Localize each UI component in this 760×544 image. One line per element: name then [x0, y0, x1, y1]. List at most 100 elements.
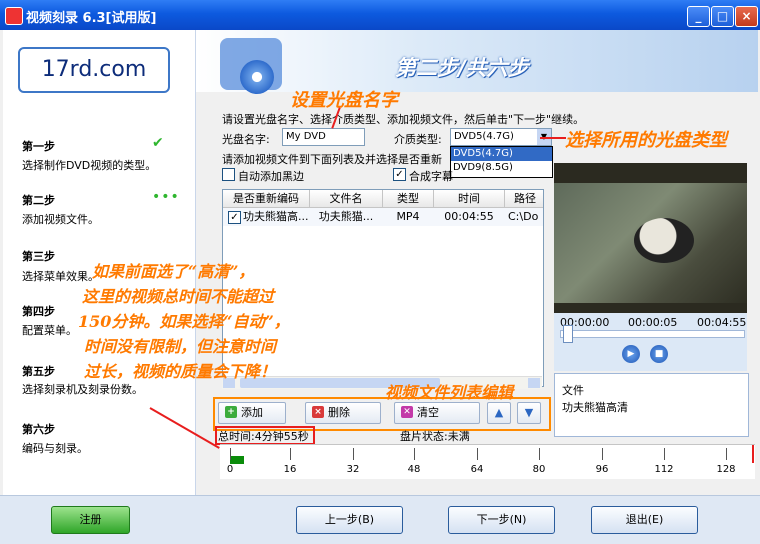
tick-mark — [539, 448, 540, 460]
row-path: C:\Do — [508, 210, 539, 223]
media-type-value: DVD5(4.7G) — [454, 131, 514, 142]
check-icon: ✔ — [152, 135, 164, 151]
maximize-button[interactable]: □ — [711, 6, 734, 27]
tick-label: 128 — [716, 464, 736, 475]
move-down-button[interactable]: ▼ — [517, 402, 541, 424]
add-button[interactable]: + 添加 — [218, 402, 286, 424]
annotation-hd-line1: 如果前面选了“高清”， — [92, 262, 255, 281]
media-type-select[interactable]: DVD5(4.7G) ▼ — [450, 128, 552, 146]
step-4-desc: 配置菜单。 — [22, 324, 77, 337]
in-progress-icon: ••• — [152, 189, 180, 205]
app-icon — [5, 7, 23, 25]
next-button[interactable]: 下一步(N) — [448, 506, 555, 534]
tick-mark — [414, 448, 415, 460]
clear-button[interactable]: ✕ 清空 — [394, 402, 480, 424]
site-logo: 17rd.com — [18, 47, 170, 93]
panda-figure — [634, 218, 694, 263]
col-path[interactable]: 路径 — [505, 190, 543, 208]
tick-label: 96 — [595, 464, 609, 475]
tick-label: 32 — [346, 464, 360, 475]
annotation-disc-name: 设置光盘名字 — [290, 90, 398, 111]
auto-black-border-checkbox[interactable] — [222, 168, 235, 181]
step-6-desc: 编码与刻录。 — [22, 442, 88, 455]
instructions: 请设置光盘名字、选择介质类型、添加视频文件，然后单击"下一步"继续。 — [222, 113, 585, 126]
step-1-desc: 选择制作DVD视频的类型。 — [22, 159, 157, 172]
tick-label: 80 — [532, 464, 546, 475]
disc-status: 盘片状态:未满 — [400, 430, 470, 443]
file-info-label: 文件 — [562, 384, 584, 397]
tick-mark — [290, 448, 291, 460]
reencode-checkbox[interactable]: ✓ — [228, 211, 241, 224]
plus-icon: + — [225, 406, 237, 418]
time-current: 00:00:05 — [628, 316, 678, 329]
disc-icon — [240, 60, 274, 94]
time-end: 00:04:55 — [697, 316, 747, 329]
stop-icon[interactable]: ■ — [650, 345, 668, 363]
step-5-desc: 选择刻录机及刻录份数。 — [22, 383, 143, 396]
step-6-title: 第六步 — [22, 423, 55, 436]
seek-slider[interactable] — [560, 330, 745, 338]
step-5-title: 第五步 — [22, 365, 55, 378]
row-time: 00:04:55 — [444, 210, 494, 223]
annotation-hd-line3: 150分钟。如果选择“自动”， — [78, 312, 290, 331]
close-button[interactable]: × — [735, 6, 758, 27]
tick-label: 16 — [283, 464, 297, 475]
video-preview — [554, 163, 747, 313]
delete-icon: × — [312, 406, 324, 418]
annotation-hd-line5: 过长，视频的质量会下降！ — [84, 362, 277, 381]
tick-label: 48 — [407, 464, 421, 475]
step-2-desc: 添加视频文件。 — [22, 213, 99, 226]
col-filename[interactable]: 文件名 — [310, 190, 383, 208]
annotation-hd-line4: 时间没有限制，但注意时间 — [84, 337, 277, 356]
tick-mark — [477, 448, 478, 460]
merge-subtitle-label: 合成字幕 — [409, 170, 453, 183]
step-3-title: 第三步 — [22, 250, 55, 263]
tick-label: 112 — [654, 464, 674, 475]
media-option-dvd9[interactable]: DVD9(8.5G) — [451, 161, 552, 175]
annotation-list-edit: 视频文件列表编辑 — [385, 383, 514, 402]
tick-mark — [353, 448, 354, 460]
media-type-label: 介质类型: — [394, 133, 442, 146]
row-type: MP4 — [396, 210, 420, 223]
step-3-desc: 选择菜单效果。 — [22, 270, 99, 283]
tick-mark — [664, 448, 665, 460]
tick-label: 0 — [226, 464, 234, 475]
tick-mark — [602, 448, 603, 460]
add-video-hint: 请添加视频文件到下面列表及并选择是否重新 — [222, 153, 442, 166]
seek-thumb[interactable] — [563, 325, 574, 343]
clear-icon: ✕ — [401, 406, 413, 418]
capacity-limit-marker — [752, 445, 754, 463]
row-filename: 功夫熊猫... — [318, 210, 374, 223]
capacity-fill — [230, 456, 244, 464]
auto-black-border-label: 自动添加黑边 — [238, 170, 304, 183]
col-time[interactable]: 时间 — [434, 190, 505, 208]
minimize-button[interactable]: _ — [687, 6, 710, 27]
media-option-dvd5[interactable]: DVD5(4.7G) — [451, 147, 552, 161]
delete-button[interactable]: × 删除 — [305, 402, 381, 424]
annotation-media-type: 选择所用的光盘类型 — [565, 130, 727, 151]
register-button[interactable]: 注册 — [51, 506, 130, 534]
file-info-name: 功夫熊猫高清 — [562, 401, 628, 414]
prev-button[interactable]: 上一步(B) — [296, 506, 403, 534]
arrow-media-type — [540, 137, 566, 139]
tick-label: 64 — [470, 464, 484, 475]
total-time: 总时间:4分钟55秒 — [218, 430, 309, 443]
col-reencode[interactable]: 是否重新编码 — [223, 190, 310, 208]
annotation-hd-line2: 这里的视频总时间不能超过 — [82, 287, 275, 306]
disc-name-input[interactable]: My DVD — [282, 128, 365, 146]
disc-name-label: 光盘名字: — [222, 133, 270, 146]
step-indicator: 第二步/共六步 — [395, 56, 529, 80]
step-1-title: 第一步 — [22, 140, 55, 153]
tick-mark — [230, 448, 231, 460]
merge-subtitle-checkbox[interactable]: ✓ — [393, 168, 406, 181]
col-type[interactable]: 类型 — [383, 190, 434, 208]
row-reencode-name: 功夫熊猫高... — [243, 210, 309, 223]
move-up-button[interactable]: ▲ — [487, 402, 511, 424]
play-icon[interactable]: ▶ — [622, 345, 640, 363]
exit-button[interactable]: 退出(E) — [591, 506, 698, 534]
scroll-right-arrow[interactable] — [528, 378, 540, 388]
window-title: 视频刻录 6.3[试用版] — [26, 11, 157, 26]
step-2-title: 第二步 — [22, 194, 55, 207]
media-type-dropdown[interactable]: DVD5(4.7G) DVD9(8.5G) — [450, 146, 553, 178]
tick-mark — [726, 448, 727, 460]
